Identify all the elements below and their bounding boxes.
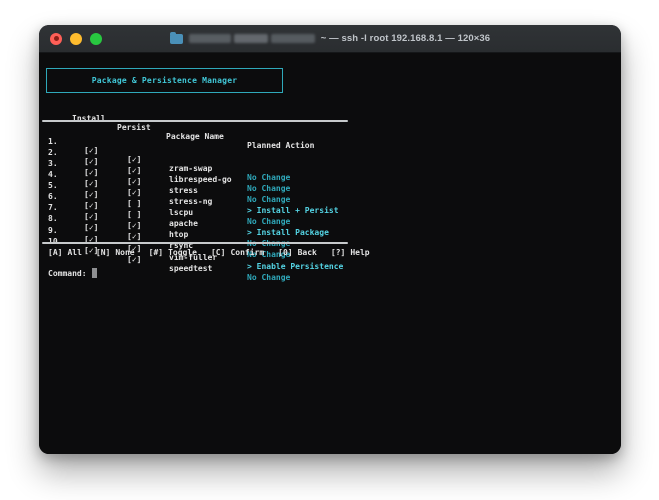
manager-title-box: Package & Persistence Manager [46, 68, 283, 93]
terminal-cursor[interactable] [92, 268, 98, 278]
terminal-window: ~ — ssh -l root 192.168.8.1 — 120×36 Pac… [39, 25, 621, 454]
package-name: speedtest [169, 264, 212, 273]
folder-icon [170, 34, 183, 44]
shortcut-confirm: [C]Confirm [211, 248, 264, 257]
table-row: 8. [✓] [✓] rsync No Change [39, 205, 621, 216]
footer-separator [42, 242, 348, 244]
header-separator [42, 120, 348, 122]
maximize-button[interactable] [90, 33, 102, 45]
command-input[interactable]: Command: [48, 268, 97, 278]
shortcut-back: [0]Back [278, 248, 317, 257]
planned-action: > Enable Persistence [247, 262, 343, 271]
terminal-screen[interactable]: Package & Persistence Manager Install Pe… [39, 53, 621, 454]
manager-title: Package & Persistence Manager [92, 76, 237, 85]
shortcut-all: [A]All [48, 248, 82, 257]
titlebar-title-group: ~ — ssh -l root 192.168.8.1 — 120×36 [170, 33, 490, 44]
table-row: 10. [✓] [✓] speedtest No Change [39, 228, 621, 239]
table-row: 3. [✓] [✓] stress No Change [39, 150, 621, 161]
close-button[interactable] [50, 33, 62, 45]
window-titlebar[interactable]: ~ — ssh -l root 192.168.8.1 — 120×36 [39, 25, 621, 53]
table-header: Install Persist Package Name Planned Act… [39, 105, 621, 116]
table-row: 1. [✓] [✓] zram-swap No Change [39, 128, 621, 139]
traffic-lights [50, 25, 102, 52]
table-row: 4. [✓] [✓] stress-ng > Install + Persist [39, 161, 621, 172]
window-title: ~ — ssh -l root 192.168.8.1 — 120×36 [321, 33, 490, 44]
shortcut-none: [N]None [96, 248, 135, 257]
shortcut-help: [?]Help [331, 248, 370, 257]
table-row: 2. [✓] [✓] librespeed-go No Change [39, 139, 621, 150]
table-row: 6. [✓] [ ] apache > Install Package [39, 183, 621, 194]
table-row: 9. [✓] [✓] vim-fuller > Enable Persisten… [39, 217, 621, 228]
shortcut-toggle: [#]Toggle [149, 248, 197, 257]
command-prompt-label: Command: [48, 269, 87, 278]
table-row: 7. [✓] [✓] htop No Change [39, 194, 621, 205]
redacted-title-segment [189, 34, 315, 43]
minimize-button[interactable] [70, 33, 82, 45]
table-row: 5. [✓] [ ] lscpu No Change [39, 172, 621, 183]
shortcut-bar: [A]All [N]None [#]Toggle [C]Confirm [0]B… [48, 248, 370, 257]
planned-action: No Change [247, 273, 290, 282]
